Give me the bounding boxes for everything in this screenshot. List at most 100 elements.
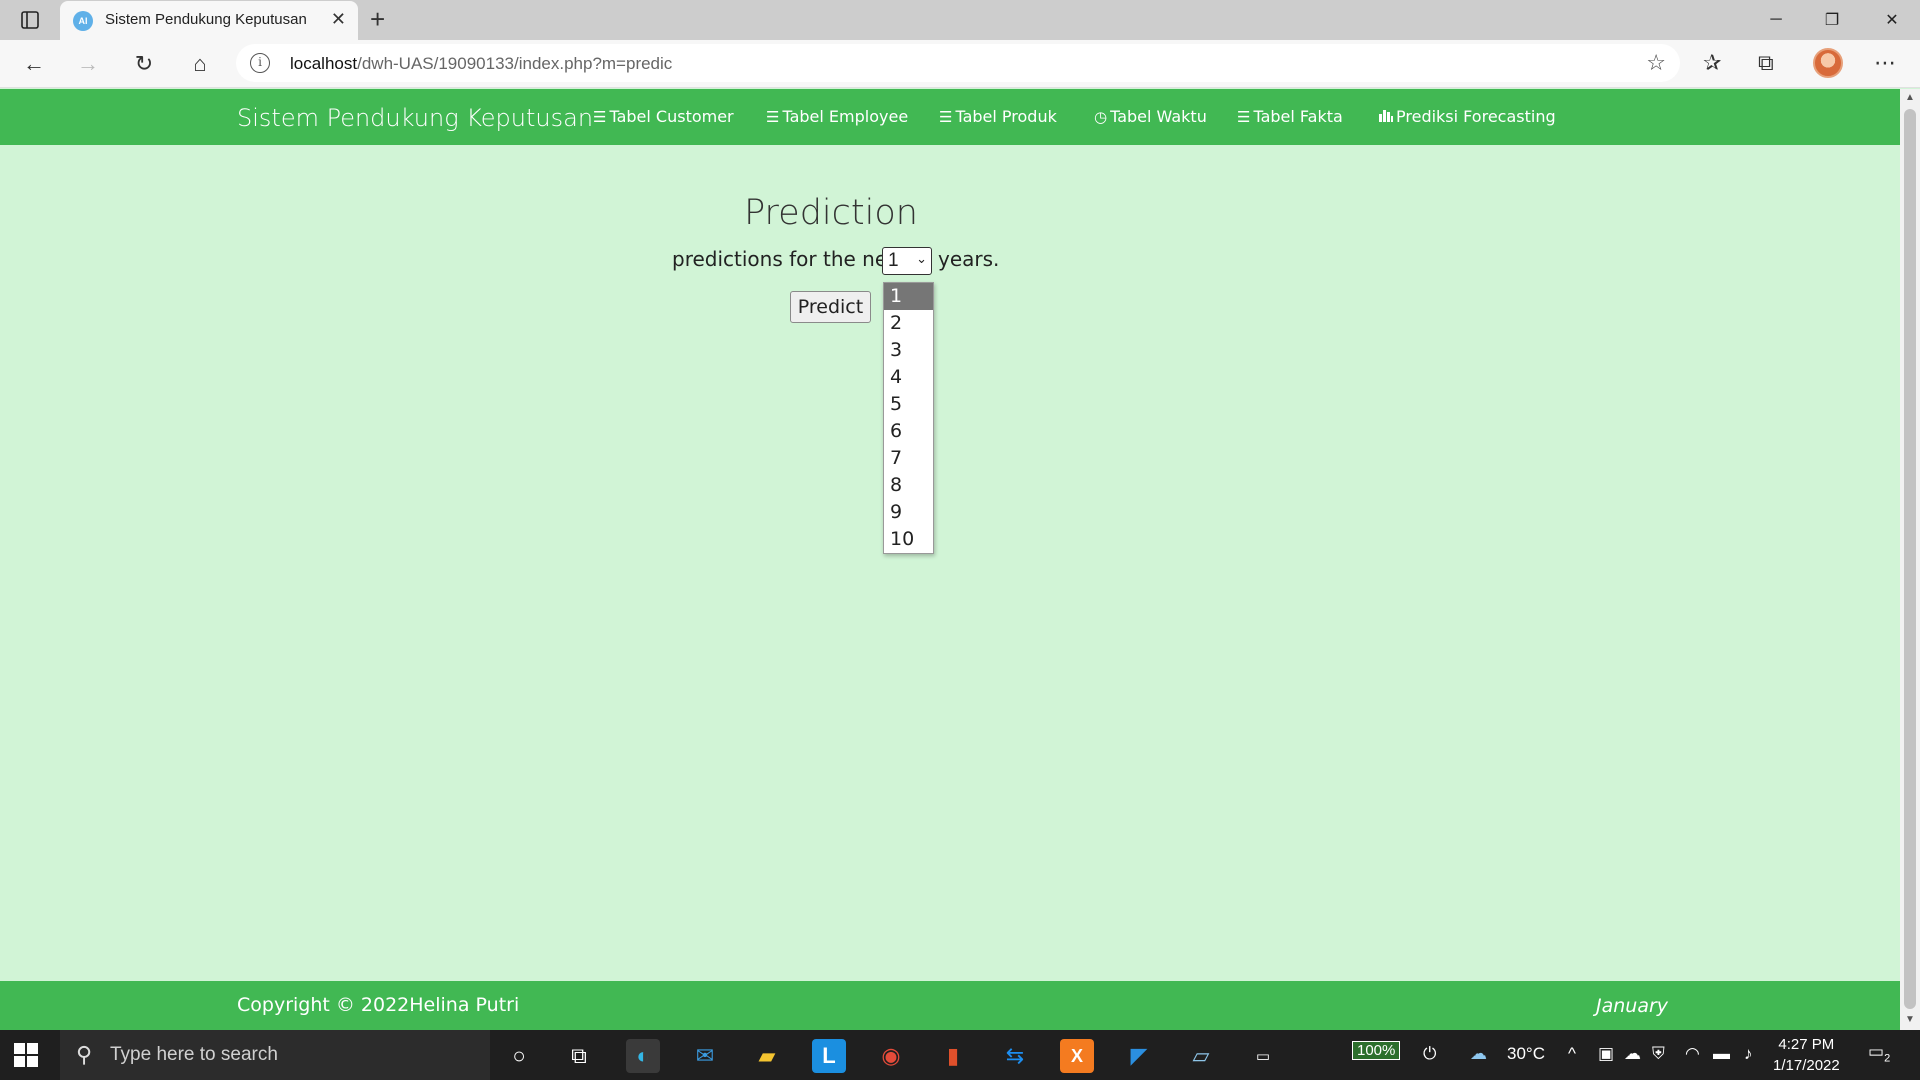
scroll-up-icon[interactable]: ▲ <box>1905 92 1915 103</box>
nav-link-label: Tabel Employee <box>782 107 909 126</box>
edge-browser-icon[interactable]: ◐ <box>626 1039 660 1073</box>
years-option[interactable]: 7 <box>884 445 933 472</box>
years-option[interactable]: 8 <box>884 472 933 499</box>
notification-count: 2 <box>1884 1052 1891 1065</box>
taskbar-search-placeholder: Type here to search <box>110 1044 278 1065</box>
prediction-suffix-text: years. <box>938 247 1000 271</box>
years-option[interactable]: 2 <box>884 310 933 337</box>
profile-avatar[interactable] <box>1813 48 1843 78</box>
volume-icon[interactable]: ♪ <box>1744 1044 1753 1064</box>
onedrive-icon[interactable]: ☁ <box>1624 1044 1641 1064</box>
list-icon: ☰ <box>593 107 607 126</box>
office-icon[interactable]: ▮ <box>936 1039 970 1073</box>
nav-link-tabel-employee[interactable]: ☰ Tabel Employee <box>766 107 908 126</box>
list-icon: ☰ <box>1237 107 1251 126</box>
cortana-icon[interactable]: ○ <box>502 1039 536 1073</box>
vscode-icon[interactable]: ◤ <box>1122 1039 1156 1073</box>
show-hidden-icons-icon[interactable]: ^ <box>1568 1044 1576 1064</box>
footer-month: January <box>1596 995 1669 1017</box>
mail-icon[interactable]: ✉ <box>688 1039 722 1073</box>
notepad-icon[interactable]: ▱ <box>1184 1039 1218 1073</box>
windows-start-icon[interactable] <box>14 1043 38 1067</box>
file-explorer-icon[interactable]: ▰ <box>750 1039 784 1073</box>
clock-date: 1/17/2022 <box>1773 1057 1840 1074</box>
teamviewer-icon[interactable]: ⇆ <box>998 1039 1032 1073</box>
clock-icon: ◷ <box>1094 107 1108 126</box>
nav-link-label: Tabel Waktu <box>1110 107 1207 126</box>
task-view-icon[interactable]: ⧉ <box>562 1039 596 1073</box>
scroll-down-icon[interactable]: ▼ <box>1905 1014 1915 1025</box>
chevron-down-icon: ⌄ <box>916 251 927 266</box>
years-dropdown-list: 1 2 3 4 5 6 7 8 9 10 <box>883 282 934 554</box>
favorites-icon[interactable]: ✰ <box>1703 50 1721 76</box>
nav-link-tabel-waktu[interactable]: ◷ Tabel Waktu <box>1094 107 1207 126</box>
wifi-icon[interactable]: ◠ <box>1685 1044 1700 1064</box>
url-text[interactable]: localhost/dwh-UAS/19090133/index.php?m=p… <box>290 54 672 74</box>
footer-copyright: Copyright © 2022Helina Putri <box>237 994 520 1016</box>
temperature-text[interactable]: 30°C <box>1507 1044 1545 1064</box>
list-icon: ☰ <box>939 107 953 126</box>
address-bar[interactable]: i localhost/dwh-UAS/19090133/index.php?m… <box>236 44 1680 82</box>
battery-percent[interactable]: 100% <box>1352 1041 1401 1060</box>
nav-link-tabel-produk[interactable]: ☰ Tabel Produk <box>939 107 1057 126</box>
url-host: localhost <box>290 54 358 73</box>
restore-icon[interactable]: ❐ <box>1804 0 1860 40</box>
notifications-icon[interactable]: ▭2 <box>1868 1042 1890 1064</box>
site-info-icon[interactable]: i <box>250 53 270 73</box>
chrome-icon[interactable]: ◉ <box>874 1039 908 1073</box>
bar-chart-icon <box>1379 108 1393 126</box>
minimize-icon[interactable]: ─ <box>1748 0 1804 40</box>
years-select[interactable]: 1 ⌄ <box>882 247 932 275</box>
search-icon: ⚲ <box>76 1042 93 1067</box>
battery-icon[interactable]: ▬ <box>1713 1044 1730 1064</box>
prediction-prefix-text: predictions for the next <box>672 247 907 271</box>
refresh-icon[interactable]: ↻ <box>126 48 162 80</box>
nav-link-tabel-fakta[interactable]: ☰ Tabel Fakta <box>1237 107 1343 126</box>
home-icon[interactable]: ⌂ <box>182 48 218 80</box>
years-option[interactable]: 1 <box>884 283 933 310</box>
years-option[interactable]: 3 <box>884 337 933 364</box>
plug-icon: ⏻ <box>1423 1044 1437 1063</box>
taskbar-search-box[interactable]: ⚲ Type here to search <box>60 1030 490 1080</box>
site-favicon-icon: AI <box>73 11 93 31</box>
launcher-l-icon[interactable]: L <box>812 1039 846 1073</box>
back-icon[interactable]: ← <box>16 48 52 80</box>
security-icon[interactable]: ⛨ <box>1652 1044 1665 1064</box>
page-title: Prediction <box>744 193 918 233</box>
nav-link-tabel-customer[interactable]: ☰ Tabel Customer <box>593 107 734 126</box>
new-tab-icon[interactable]: + <box>370 4 385 35</box>
site-footer: Copyright © 2022Helina Putri January <box>0 981 1900 1030</box>
url-path: /dwh-UAS/19090133/index.php?m=predic <box>357 54 673 73</box>
meet-now-icon[interactable]: ▣ <box>1598 1044 1614 1064</box>
years-option[interactable]: 9 <box>884 499 933 526</box>
years-option[interactable]: 5 <box>884 391 933 418</box>
page-scrollbar[interactable]: ▲ ▼ <box>1900 89 1920 1030</box>
collections-icon[interactable]: ⧉ <box>1758 50 1774 76</box>
close-window-icon[interactable]: ✕ <box>1864 0 1920 40</box>
add-favorite-icon[interactable]: ☆ <box>1646 50 1666 76</box>
predict-button[interactable]: Predict <box>790 291 871 323</box>
site-navbar: Sistem Pendukung Keputusan ☰ Tabel Custo… <box>0 89 1900 145</box>
years-option[interactable]: 6 <box>884 418 933 445</box>
nav-link-label: Tabel Produk <box>955 107 1057 126</box>
nav-link-prediksi-forecasting[interactable]: Prediksi Forecasting <box>1379 107 1556 126</box>
more-options-icon[interactable]: ⋯ <box>1874 50 1896 76</box>
browser-toolbar: ← → ↻ ⌂ i localhost/dwh-UAS/19090133/ind… <box>0 40 1920 88</box>
browser-tab-active[interactable]: AI Sistem Pendukung Keputusan ✕ <box>60 1 358 40</box>
navbar-brand[interactable]: Sistem Pendukung Keputusan <box>237 104 593 132</box>
years-option[interactable]: 10 <box>884 526 933 553</box>
taskbar-clock[interactable]: 4:27 PM 1/17/2022 <box>1773 1034 1840 1076</box>
forward-icon[interactable]: → <box>70 48 106 80</box>
weather-cloud-icon[interactable]: ☁ <box>1470 1044 1487 1064</box>
terminal-icon[interactable]: ▭ <box>1246 1039 1280 1073</box>
scrollbar-thumb[interactable] <box>1904 109 1916 1009</box>
clock-time: 4:27 PM <box>1778 1036 1835 1053</box>
list-icon: ☰ <box>766 107 780 126</box>
years-option[interactable]: 4 <box>884 364 933 391</box>
close-tab-icon[interactable]: ✕ <box>331 9 346 30</box>
tab-actions-icon[interactable] <box>16 8 44 32</box>
windows-taskbar: ⚲ Type here to search ○ ⧉ ◐ ✉ ▰ L ◉ ▮ ⇆ … <box>0 1030 1920 1080</box>
xampp-icon[interactable]: X <box>1060 1039 1094 1073</box>
nav-link-label: Prediksi Forecasting <box>1396 107 1556 126</box>
tab-title: Sistem Pendukung Keputusan <box>105 11 307 28</box>
